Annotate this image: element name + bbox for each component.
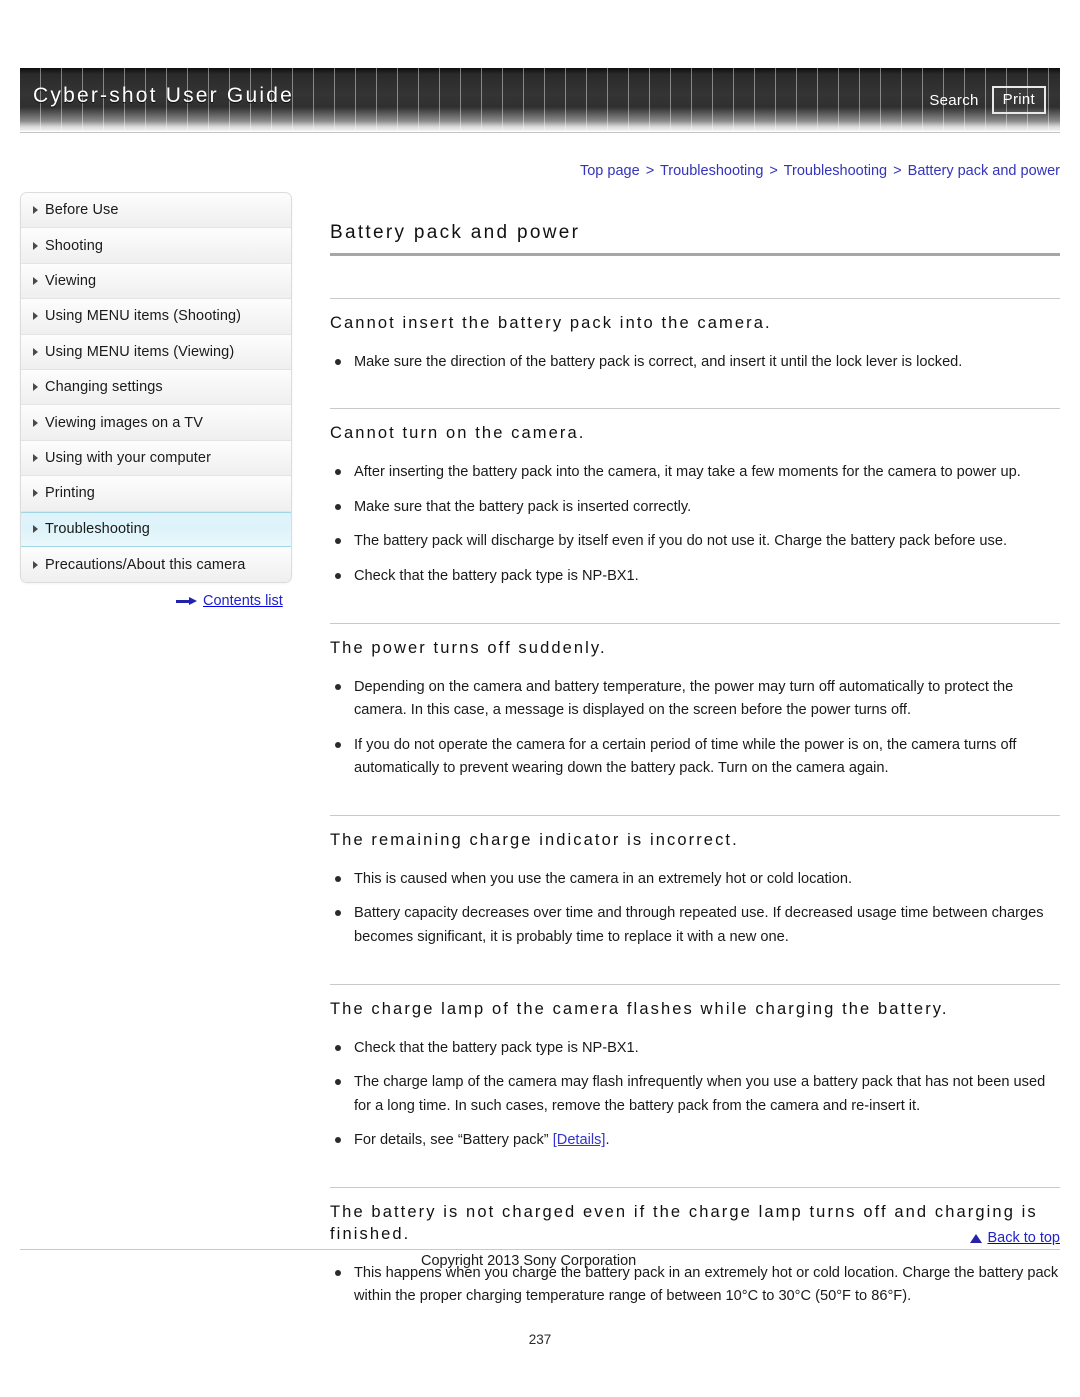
sidebar-navigation: Before Use Shooting Viewing Using MENU item… <box>20 192 292 584</box>
bullet-item: The battery pack will discharge by itsel… <box>330 530 1060 554</box>
sidebar-item-label: Using with your computer <box>45 449 211 466</box>
breadcrumb-item-troubleshooting[interactable]: Troubleshooting <box>660 163 763 179</box>
section-divider <box>330 983 1060 985</box>
sidebar-item-precautions-about-this-camera[interactable]: Precautions/About this camera <box>21 546 291 583</box>
section-divider <box>330 622 1060 624</box>
triangle-right-icon <box>33 206 38 215</box>
breadcrumb-item-battery-pack-and-power[interactable]: Battery pack and power <box>908 163 1060 179</box>
sidebar-item-changing-settings[interactable]: Changing settings <box>21 369 291 406</box>
breadcrumb: Top page > Troubleshooting > Troubleshoo… <box>580 163 1060 179</box>
contents-list-link[interactable]: Contents list <box>176 593 283 609</box>
bullet-item: This is caused when you use the camera i… <box>330 868 1060 892</box>
content-section: The battery is not charged even if the c… <box>330 1187 1060 1309</box>
section-divider <box>330 298 1060 299</box>
contents-list-label: Contents list <box>203 593 283 609</box>
sidebar-item-label: Before Use <box>45 202 119 219</box>
triangle-right-icon <box>33 312 38 321</box>
section-heading: Cannot insert the battery pack into the … <box>330 314 772 332</box>
site-title: Cyber-shot User Guide <box>33 84 294 107</box>
section-divider <box>330 1187 1060 1189</box>
sidebar-item-label: Changing settings <box>45 379 163 396</box>
triangle-right-icon <box>33 418 38 427</box>
sidebar-item-label: Using MENU items (Viewing) <box>45 343 235 360</box>
sidebar-item-viewing-images-on-a-tv[interactable]: Viewing images on a TV <box>21 405 291 441</box>
bullet-item-with-link: For details, see “Battery pack” [Details… <box>330 1129 1060 1153</box>
breadcrumb-separator: > <box>893 163 902 179</box>
search-button[interactable]: Search <box>929 92 978 109</box>
sidebar-item-label: Viewing <box>45 272 97 289</box>
content-section: The power turns off suddenly. Depending o… <box>330 622 1060 782</box>
sidebar-item-using-menu-items-shooting[interactable]: Using MENU items (Shooting) <box>21 299 291 335</box>
bullet-item: After inserting the battery pack into th… <box>330 461 1060 485</box>
triangle-up-icon <box>970 1233 983 1243</box>
bullet-item: The charge lamp of the camera may flash … <box>330 1071 1060 1118</box>
sidebar-item-label: Using MENU items (Shooting) <box>45 308 242 325</box>
page-title: Battery pack and power <box>330 222 581 243</box>
triangle-right-icon <box>33 241 38 250</box>
print-button[interactable]: Print <box>991 86 1046 114</box>
sidebar-item-label: Precautions/About this camera <box>45 556 246 573</box>
bullet-item: Check that the battery pack type is NP-B… <box>330 1037 1060 1061</box>
main-content: Battery pack and power Cannot insert the… <box>330 222 1060 1343</box>
triangle-right-icon <box>33 276 38 285</box>
sidebar-item-before-use[interactable]: Before Use <box>21 193 291 229</box>
sidebar-item-printing[interactable]: Printing <box>21 476 291 512</box>
back-to-top-label: Back to top <box>987 1230 1060 1246</box>
sidebar-item-label: Troubleshooting <box>45 521 150 538</box>
sidebar-item-label: Printing <box>45 485 95 502</box>
section-heading: The power turns off suddenly. <box>330 638 607 657</box>
arrow-right-icon <box>176 596 197 606</box>
bullet-item: Depending on the camera and battery temp… <box>330 676 1060 723</box>
triangle-right-icon <box>33 560 38 569</box>
back-to-top-link[interactable]: Back to top <box>970 1230 1060 1246</box>
sidebar-item-label: Shooting <box>45 237 104 254</box>
triangle-right-icon <box>33 525 38 534</box>
bullet-list: After inserting the battery pack into th… <box>330 461 1060 589</box>
details-link[interactable]: [Details] <box>553 1132 606 1148</box>
section-divider <box>330 408 1060 410</box>
bullet-list: Make sure the direction of the battery p… <box>330 351 1060 375</box>
bullet-item: Battery capacity decreases over time and… <box>330 902 1060 949</box>
bullet-text-before-link: For details, see “Battery pack” <box>354 1132 553 1149</box>
triangle-right-icon <box>33 383 38 392</box>
bullet-list: This is caused when you use the camera i… <box>330 868 1060 950</box>
sections-container: Cannot insert the battery pack into the … <box>330 298 1060 1309</box>
content-section: Cannot turn on the camera. After insertin… <box>330 408 1060 588</box>
content-section: Cannot insert the battery pack into the … <box>330 298 1060 374</box>
sidebar-item-troubleshooting[interactable]: Troubleshooting <box>21 511 291 547</box>
bullet-item: Make sure that the battery pack is inser… <box>330 496 1060 520</box>
bullet-item: If you do not operate the camera for a c… <box>330 734 1060 781</box>
section-heading: The charge lamp of the camera flashes wh… <box>330 999 949 1018</box>
breadcrumb-separator: > <box>769 163 778 179</box>
sidebar-item-label: Viewing images on a TV <box>45 414 204 431</box>
bullet-list: Depending on the camera and battery temp… <box>330 676 1060 782</box>
copyright-text: Copyright 2013 Sony Corporation <box>421 1253 637 1269</box>
section-heading: The remaining charge indicator is incorr… <box>330 831 739 850</box>
section-heading: Cannot turn on the camera. <box>330 424 586 443</box>
triangle-right-icon <box>33 453 38 462</box>
sidebar-item-viewing[interactable]: Viewing <box>21 263 291 300</box>
breadcrumb-item-troubleshooting-2[interactable]: Troubleshooting <box>784 163 887 179</box>
sidebar-item-using-with-your-computer[interactable]: Using with your computer <box>21 440 291 477</box>
sidebar-item-shooting[interactable]: Shooting <box>21 228 291 264</box>
footer-divider <box>20 1249 1060 1250</box>
content-section: The charge lamp of the camera flashes wh… <box>330 983 1060 1154</box>
breadcrumb-separator: > <box>645 163 655 179</box>
bullet-item: Check that the battery pack type is NP-B… <box>330 565 1060 589</box>
title-divider <box>330 253 1060 256</box>
section-heading: The battery is not charged even if the c… <box>330 1203 1038 1243</box>
bullet-text-after-link: . <box>605 1132 610 1149</box>
header-divider <box>20 132 1060 133</box>
content-section: The remaining charge indicator is incorr… <box>330 815 1060 950</box>
triangle-right-icon <box>33 347 38 356</box>
sidebar-item-using-menu-items-viewing[interactable]: Using MENU items (Viewing) <box>21 334 291 370</box>
section-divider <box>330 815 1060 817</box>
page-number: 237 <box>528 1332 552 1347</box>
breadcrumb-item-top-page[interactable]: Top page <box>580 163 640 179</box>
bullet-item: Make sure the direction of the battery p… <box>330 351 1060 375</box>
site-header: Cyber-shot User Guide Search Print <box>20 68 1060 133</box>
header-actions: Search Print <box>929 86 1046 114</box>
bullet-list: Check that the battery pack type is NP-B… <box>330 1037 1060 1154</box>
triangle-right-icon <box>33 489 38 498</box>
